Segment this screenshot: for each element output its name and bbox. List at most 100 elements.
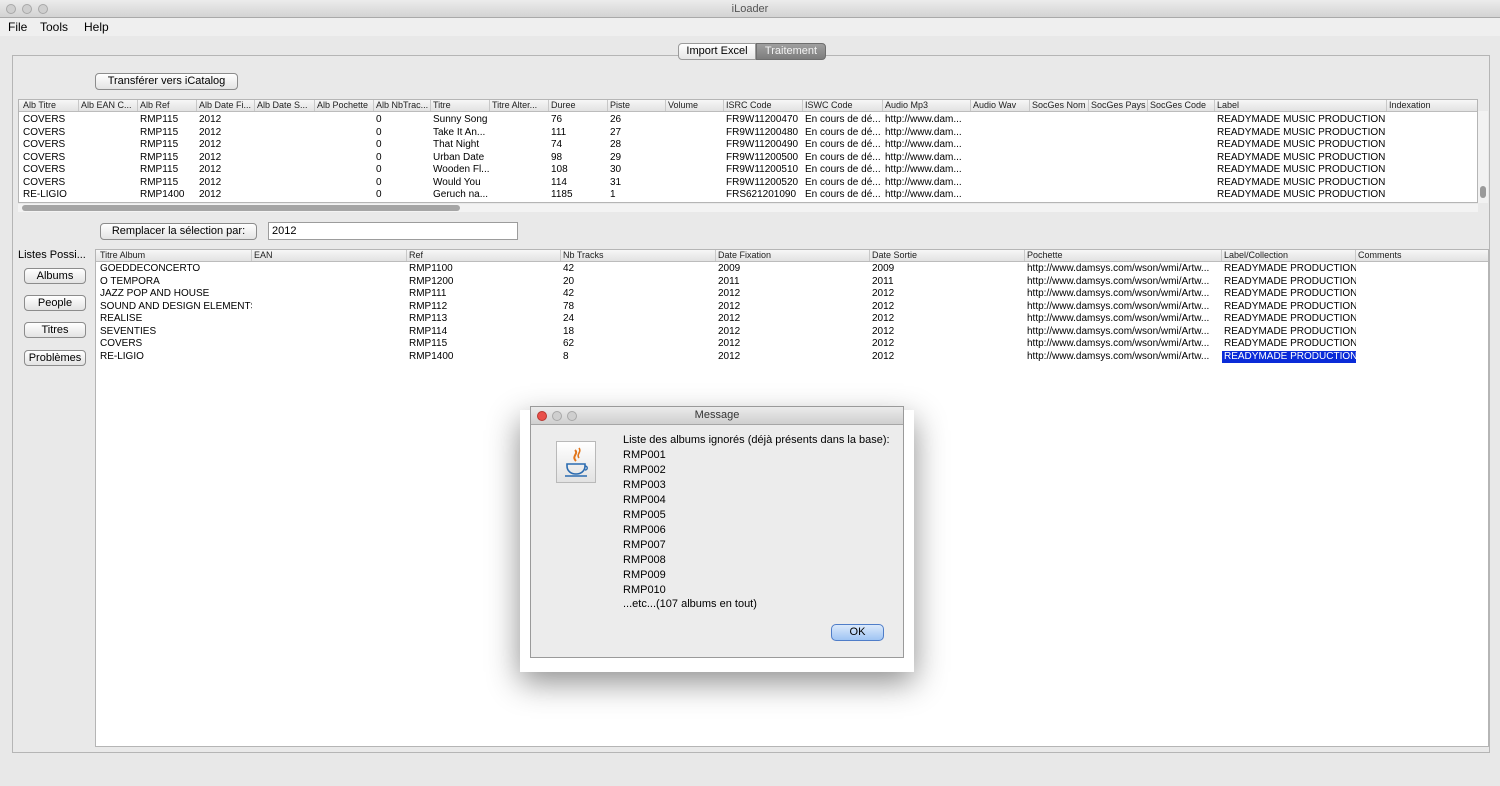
- tracks-table-cell[interactable]: En cours de dé...: [803, 189, 883, 201]
- tracks-table-cell[interactable]: http://www.dam...: [883, 164, 971, 176]
- tracks-table-cell[interactable]: READYMADE MUSIC PRODUCTION: [1215, 152, 1387, 164]
- tab-traitement[interactable]: Traitement: [756, 43, 826, 60]
- tracks-table-cell[interactable]: 1: [608, 189, 666, 201]
- tracks-table-row[interactable]: COVERS RMP115 2012 0 Sunny Song 76 26 FR9W11200…: [19, 114, 1477, 127]
- tracks-table-cell[interactable]: FR9W11200490: [724, 139, 803, 151]
- tracks-table-cell[interactable]: En cours de dé...: [803, 127, 883, 139]
- tracks-table-row[interactable]: COVERS RMP115 2012 0 That Night 74 28 FR9W11200…: [19, 139, 1477, 152]
- albums-table-row[interactable]: O TEMPORA RMP1200 20 2011 2011 http://www.dam…: [96, 276, 1488, 289]
- tracks-table-cell[interactable]: 29: [608, 152, 666, 164]
- tracks-table-cell[interactable]: COVERS: [21, 114, 79, 126]
- tracks-table-row[interactable]: RE-LIGIO RMP1400 2012 0 Geruch na... 1185 1 FRS…: [19, 189, 1477, 202]
- tracks-table-cell[interactable]: FR9W11200470: [724, 114, 803, 126]
- albums-table-cell[interactable]: RMP1100: [407, 263, 561, 275]
- albums-table-cell[interactable]: 2012: [716, 351, 870, 363]
- tracks-table-column-header[interactable]: ISRC Code: [724, 100, 803, 111]
- dialog-zoom-icon[interactable]: [567, 411, 577, 421]
- albums-table-cell[interactable]: O TEMPORA: [98, 276, 252, 288]
- tab-import-excel[interactable]: Import Excel: [678, 43, 756, 60]
- tracks-table-cell[interactable]: 114: [549, 177, 608, 189]
- albums-table-cell[interactable]: http://www.damsys.com/wson/wmi/Artw...: [1025, 263, 1222, 275]
- albums-table-cell[interactable]: 2011: [870, 276, 1025, 288]
- albums-table-cell[interactable]: http://www.damsys.com/wson/wmi/Artw...: [1025, 326, 1222, 338]
- tracks-table-cell[interactable]: COVERS: [21, 177, 79, 189]
- tracks-table-cell[interactable]: http://www.dam...: [883, 127, 971, 139]
- tracks-table-hscroll-thumb[interactable]: [22, 205, 460, 211]
- tracks-table-cell[interactable]: http://www.dam...: [883, 139, 971, 151]
- albums-table-cell[interactable]: RMP1200: [407, 276, 561, 288]
- tracks-table-row[interactable]: COVERS RMP115 2012 0 Would You 114 31 FR9W11200…: [19, 177, 1477, 190]
- albums-table-cell[interactable]: 2009: [870, 263, 1025, 275]
- albums-table-cell[interactable]: SEVENTIES: [98, 326, 252, 338]
- albums-table-cell[interactable]: JAZZ POP AND HOUSE: [98, 288, 252, 300]
- tracks-table-column-header[interactable]: Volume: [666, 100, 724, 111]
- tracks-table-cell[interactable]: RMP115: [138, 127, 197, 139]
- tracks-table-column-header[interactable]: Alb Pochette: [315, 100, 374, 111]
- albums-table-cell[interactable]: RMP114: [407, 326, 561, 338]
- albums-table-cell[interactable]: COVERS: [98, 338, 252, 350]
- albums-table-cell[interactable]: 62: [561, 338, 716, 350]
- menu-file[interactable]: File: [8, 20, 27, 34]
- tracks-table-cell[interactable]: RMP115: [138, 152, 197, 164]
- tracks-table-column-header[interactable]: Alb Date S...: [255, 100, 315, 111]
- tracks-table-column-header[interactable]: Alb EAN C...: [79, 100, 138, 111]
- albums-table-cell[interactable]: 2012: [870, 326, 1025, 338]
- albums-table-cell[interactable]: 2012: [870, 351, 1025, 363]
- albums-table-cell[interactable]: 20: [561, 276, 716, 288]
- tracks-table-cell[interactable]: Urban Date: [431, 152, 490, 164]
- tracks-table-cell[interactable]: 0: [374, 164, 431, 176]
- tracks-table-cell[interactable]: FR9W11200520: [724, 177, 803, 189]
- tracks-table-cell[interactable]: 111: [549, 127, 608, 139]
- tracks-table-cell[interactable]: RMP115: [138, 139, 197, 151]
- tracks-table-cell[interactable]: RMP115: [138, 114, 197, 126]
- tracks-table-row[interactable]: COVERS RMP115 2012 0 Wooden Fl... 108 30 FR9W11…: [19, 164, 1477, 177]
- albums-table-cell[interactable]: http://www.damsys.com/wson/wmi/Artw...: [1025, 351, 1222, 363]
- albums-table-cell[interactable]: READYMADE PRODUCTION: [1222, 301, 1356, 313]
- albums-table-row[interactable]: GOEDDECONCERTO RMP1100 42 2009 2009 http://ww…: [96, 263, 1488, 276]
- dialog-minimize-icon[interactable]: [552, 411, 562, 421]
- tracks-table-cell[interactable]: READYMADE MUSIC PRODUCTION: [1215, 127, 1387, 139]
- tracks-table-cell[interactable]: 31: [608, 177, 666, 189]
- tracks-table-cell[interactable]: 0: [374, 189, 431, 201]
- replace-selection-button[interactable]: Remplacer la sélection par:: [100, 223, 257, 240]
- tracks-table-column-header[interactable]: Audio Mp3: [883, 100, 971, 111]
- albums-table-cell[interactable]: GOEDDECONCERTO: [98, 263, 252, 275]
- albums-table-cell[interactable]: 2012: [870, 313, 1025, 325]
- albums-table-cell[interactable]: 42: [561, 288, 716, 300]
- tracks-table-cell[interactable]: Take It An...: [431, 127, 490, 139]
- menu-tools[interactable]: Tools: [40, 20, 68, 34]
- albums-table-cell[interactable]: 2011: [716, 276, 870, 288]
- albums-table-cell[interactable]: http://www.damsys.com/wson/wmi/Artw...: [1025, 313, 1222, 325]
- albums-table-column-header[interactable]: Date Fixation: [716, 250, 870, 261]
- albums-table-cell[interactable]: 2012: [870, 301, 1025, 313]
- tracks-table-cell[interactable]: 27: [608, 127, 666, 139]
- albums-table-cell[interactable]: REALISE: [98, 313, 252, 325]
- tracks-table-cell[interactable]: 2012: [197, 139, 255, 151]
- tracks-table-cell[interactable]: 74: [549, 139, 608, 151]
- albums-table-row[interactable]: COVERS RMP115 62 2012 2012 http://www.damsys.…: [96, 338, 1488, 351]
- tracks-table-cell[interactable]: 0: [374, 114, 431, 126]
- tracks-table-cell[interactable]: 76: [549, 114, 608, 126]
- tracks-table-cell[interactable]: READYMADE MUSIC PRODUCTION: [1215, 139, 1387, 151]
- tracks-table-cell[interactable]: 2012: [197, 164, 255, 176]
- tracks-table-cell[interactable]: RMP115: [138, 177, 197, 189]
- tracks-table-cell[interactable]: http://www.dam...: [883, 189, 971, 201]
- tracks-table-cell[interactable]: FRS621201090: [724, 189, 803, 201]
- tracks-table-column-header[interactable]: Titre: [431, 100, 490, 111]
- albums-table-cell[interactable]: http://www.damsys.com/wson/wmi/Artw...: [1025, 338, 1222, 350]
- tracks-table-cell[interactable]: RMP1400: [138, 189, 197, 201]
- albums-table-cell[interactable]: 18: [561, 326, 716, 338]
- albums-table-cell[interactable]: RMP111: [407, 288, 561, 300]
- tracks-table-column-header[interactable]: Alb Ref: [138, 100, 197, 111]
- albums-table-cell[interactable]: 8: [561, 351, 716, 363]
- tracks-table-column-header[interactable]: SocGes Code: [1148, 100, 1215, 111]
- albums-table-cell[interactable]: 2012: [716, 301, 870, 313]
- albums-table-cell[interactable]: READYMADE PRODUCTION: [1222, 313, 1356, 325]
- tracks-table-cell[interactable]: COVERS: [21, 152, 79, 164]
- albums-table-column-header[interactable]: Pochette: [1025, 250, 1222, 261]
- albums-table-cell[interactable]: READYMADE PRODUCTION: [1222, 338, 1356, 350]
- problemes-button[interactable]: Problèmes: [24, 350, 86, 366]
- albums-table-row[interactable]: JAZZ POP AND HOUSE RMP111 42 2012 2012 http:/…: [96, 288, 1488, 301]
- tracks-table-cell[interactable]: 30: [608, 164, 666, 176]
- titres-button[interactable]: Titres: [24, 322, 86, 338]
